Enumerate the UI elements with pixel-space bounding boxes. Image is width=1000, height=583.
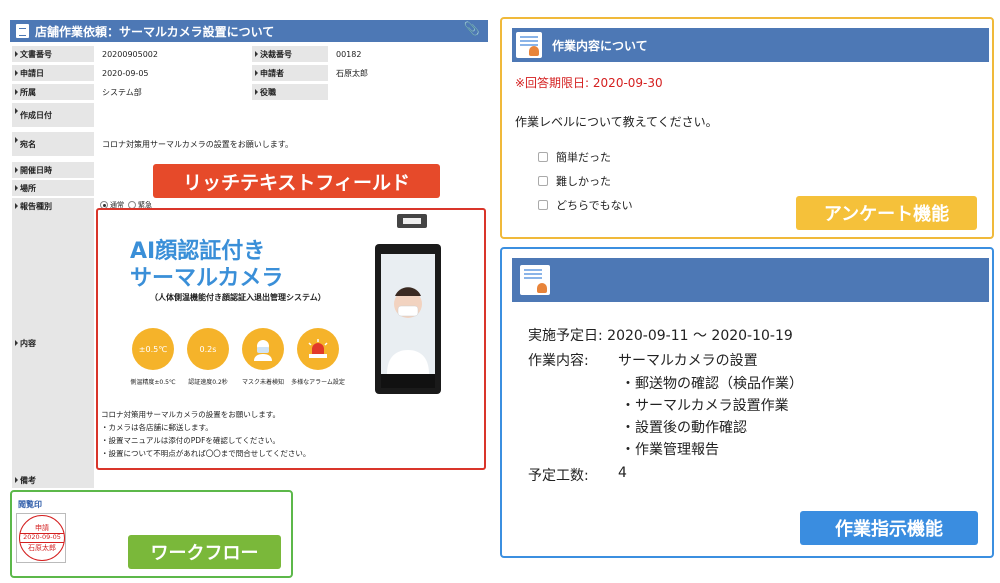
survey-option-hard-label: 難しかった: [556, 175, 611, 188]
stopwatch-icon: 0.2s: [187, 328, 229, 370]
approval-stamp: 申請 2020-09-05 石原太郎: [19, 515, 65, 561]
note-line-4: ・設置について不明点があれば〇〇まで問合せしてください。: [101, 449, 311, 458]
survey-option-easy[interactable]: 簡単だった: [538, 149, 611, 165]
apply-date-label: 申請日: [12, 65, 94, 81]
note-line-3: ・設置マニュアルは添付のPDFを確認してください。: [101, 436, 280, 445]
survey-option-neither[interactable]: どちらでもない: [538, 197, 633, 213]
task-schedule: 実施予定日: 2020-09-11 ～ 2020-10-19: [528, 328, 793, 344]
decision-no-label: 決裁番号: [252, 46, 328, 62]
task-item: ・作業管理報告: [621, 442, 719, 458]
task-content-label: 作業内容:: [528, 353, 589, 369]
task-effort-label: 予定工数:: [528, 468, 589, 484]
dept-value: システム部: [102, 87, 142, 97]
task-content-main: サーマルカメラの設置: [618, 353, 758, 369]
checkbox-hard[interactable]: [538, 176, 548, 186]
thermal-camera-device-image: [375, 214, 441, 394]
note-line-2: ・カメラは各店舗に郵送します。: [101, 423, 213, 432]
alarm-light-icon: [297, 328, 339, 370]
stamp-name: 石原太郎: [28, 543, 56, 552]
to-label: 宛名: [12, 132, 94, 156]
apply-date-value: 2020-09-05: [102, 68, 149, 78]
task-item: ・設置後の動作確認: [621, 420, 747, 436]
task-effort-value: 4: [618, 465, 627, 481]
mask-person-icon: [242, 328, 284, 370]
survey-tag: アンケート機能: [796, 196, 977, 230]
user-document-icon: [516, 32, 542, 58]
attachment-icon[interactable]: 📎: [464, 22, 480, 37]
stamp-date: 2020-09-05: [20, 533, 64, 543]
memo-label: 備考: [12, 472, 94, 488]
stamp-top: 申請: [35, 523, 49, 532]
survey-option-hard[interactable]: 難しかった: [538, 173, 611, 189]
report-type-label: 報告種別: [12, 198, 94, 214]
task-header: [512, 258, 989, 302]
badge-caption-alarm: 多様なアラーム設定: [291, 379, 345, 386]
dept-label: 所属: [12, 84, 94, 100]
thermometer-icon: ±0.5℃: [132, 328, 174, 370]
workflow-tag: ワークフロー: [128, 535, 281, 569]
ai-heading-line2: サーマルカメラ: [130, 266, 284, 291]
view-stamp-title: 閲覧印: [18, 500, 42, 509]
created-date-label: 作成日付: [12, 103, 94, 127]
note-line-1: コロナ対策用サーマルカメラの設置をお願いします。: [101, 410, 281, 419]
doc-no-value: 20200905002: [102, 49, 158, 59]
to-value: コロナ対策用サーマルカメラの設置をお願いします。: [102, 139, 293, 149]
task-item: ・サーマルカメラ設置作業: [621, 398, 789, 414]
doc-no-label: 文書番号: [12, 46, 94, 62]
role-label: 役職: [252, 84, 328, 100]
survey-title: 作業内容について: [552, 38, 648, 53]
survey-header: 作業内容について: [512, 28, 989, 62]
document-icon: [16, 24, 29, 38]
form-title: 店舗作業依頼：サーマルカメラ設置について: [35, 24, 275, 39]
rich-text-tag: リッチテキストフィールド: [153, 164, 440, 198]
checkbox-neither[interactable]: [538, 200, 548, 210]
survey-option-neither-label: どちらでもない: [556, 199, 633, 212]
survey-deadline: ※回答期限日: 2020-09-30: [515, 76, 663, 90]
content-label: 内容: [12, 335, 94, 351]
task-tag: 作業指示機能: [800, 511, 978, 545]
survey-question: 作業レベルについて教えてください。: [515, 115, 718, 129]
task-item: ・郵送物の確認（検品作業）: [621, 376, 803, 392]
applicant-label: 申請者: [252, 65, 328, 81]
decision-no-value: 00182: [336, 49, 362, 59]
ai-subheading: （人体側温機能付き顔認証入退出管理システム）: [150, 293, 326, 302]
user-document-icon: [520, 265, 550, 295]
form-header: 店舗作業依頼：サーマルカメラ設置について 📎: [10, 20, 488, 42]
datetime-label: 開催日時: [12, 162, 94, 178]
place-label: 場所: [12, 180, 94, 196]
survey-option-easy-label: 簡単だった: [556, 151, 611, 164]
applicant-value: 石原太郎: [336, 68, 368, 78]
checkbox-easy[interactable]: [538, 152, 548, 162]
